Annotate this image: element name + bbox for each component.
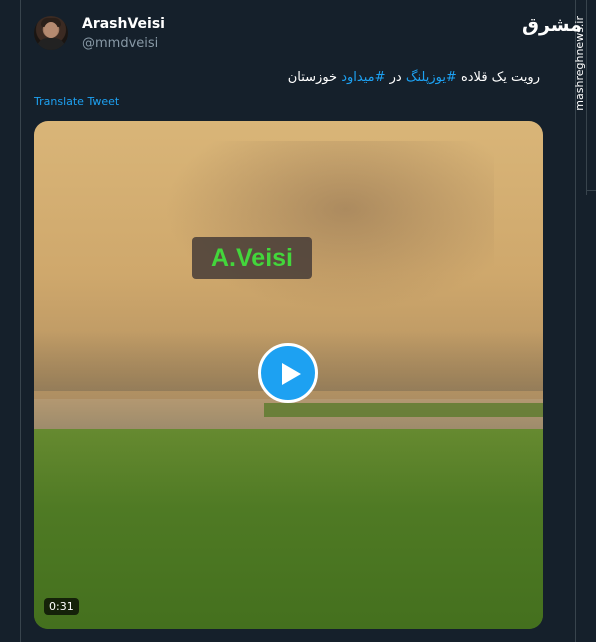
author-name[interactable]: ArashVeisi — [82, 16, 165, 32]
avatar-face — [44, 22, 58, 38]
video-duration: 0:31 — [44, 598, 79, 615]
avatar[interactable] — [34, 16, 68, 50]
divider — [586, 0, 587, 195]
tweet-text-part: در — [385, 70, 406, 85]
tweet-text: رویت یک قلاده #یوزپلنگ در #میداود خوزستا… — [288, 70, 540, 85]
video-frame-strip — [264, 403, 543, 417]
watermark-site: mashreghnews.ir — [573, 16, 586, 111]
play-icon — [282, 363, 301, 385]
divider — [586, 190, 596, 191]
video-frame-hill — [164, 141, 494, 311]
hashtag-link[interactable]: #یوزپلنگ — [406, 70, 457, 85]
play-button[interactable] — [258, 343, 318, 403]
tweet-text-part: رویت یک قلاده — [456, 70, 540, 85]
author-handle[interactable]: @mmdveisi — [82, 36, 158, 51]
video-overlay-label: A.Veisi — [192, 237, 312, 279]
tweet-text-part: خوزستان — [287, 70, 342, 85]
translate-tweet-link[interactable]: Translate Tweet — [34, 95, 119, 108]
video-player[interactable]: A.Veisi 0:31 — [34, 121, 543, 629]
hashtag-link[interactable]: #میداود — [341, 70, 385, 85]
video-frame-field — [34, 429, 543, 629]
avatar-shirt — [36, 38, 66, 50]
